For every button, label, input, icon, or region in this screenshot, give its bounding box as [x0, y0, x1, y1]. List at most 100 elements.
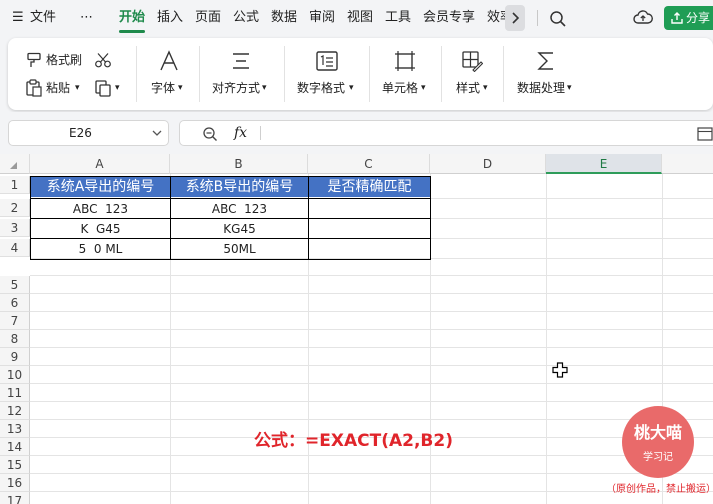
zoom-icon[interactable]	[202, 126, 218, 142]
column-header-b[interactable]: B	[170, 154, 308, 174]
tab-review[interactable]: 审阅	[309, 8, 335, 28]
data-process-button[interactable]: 数据处理	[517, 80, 565, 96]
row-header[interactable]: 4	[0, 239, 30, 257]
formula-input[interactable]: fx	[179, 120, 713, 146]
grid-line	[30, 473, 713, 474]
tab-tools[interactable]: 工具	[385, 8, 411, 28]
row-header[interactable]: 12	[0, 402, 30, 420]
name-box[interactable]: E26	[8, 120, 169, 146]
grid-line	[30, 401, 713, 402]
row-header[interactable]: 9	[0, 348, 30, 366]
scroll-tabs-button[interactable]	[505, 5, 525, 31]
select-all-icon	[10, 162, 17, 169]
align-dropdown-icon[interactable]: ▾	[262, 80, 267, 96]
copy-dropdown-icon[interactable]: ▾	[115, 80, 120, 96]
grid-line	[30, 347, 713, 348]
select-all-corner[interactable]	[0, 154, 30, 174]
row-header[interactable]: 14	[0, 438, 30, 456]
table-border	[30, 218, 431, 219]
share-label: 分享	[686, 11, 711, 25]
row-header[interactable]: 2	[0, 199, 30, 217]
grid-line	[30, 365, 713, 366]
active-tab-indicator	[119, 30, 145, 33]
share-button[interactable]: 分享	[664, 6, 713, 30]
grid-line	[30, 275, 713, 276]
font-icon	[160, 50, 178, 71]
row-header[interactable]: 10	[0, 366, 30, 384]
divider	[199, 46, 200, 102]
column-header-c[interactable]: C	[308, 154, 430, 174]
number-format-button[interactable]: 数字格式	[297, 80, 345, 96]
paste-icon	[26, 79, 42, 97]
divider	[136, 46, 137, 102]
grid-line	[30, 329, 713, 330]
column-header-e[interactable]: E	[546, 154, 662, 174]
style-icon	[462, 51, 483, 72]
column-header-a[interactable]: A	[30, 154, 170, 174]
row-header[interactable]: 16	[0, 474, 30, 492]
menu-icon[interactable]: ☰	[12, 8, 24, 28]
expand-formula-icon[interactable]	[697, 126, 713, 142]
seal-title: 桃大喵	[633, 423, 682, 442]
tab-home[interactable]: 开始	[119, 8, 145, 28]
divider	[260, 126, 261, 140]
name-box-value: E26	[69, 126, 92, 140]
row-header[interactable]: 3	[0, 219, 30, 237]
align-icon	[233, 53, 249, 69]
table-border	[30, 198, 431, 199]
column-header-f[interactable]	[662, 154, 713, 174]
tab-insert[interactable]: 插入	[157, 8, 183, 28]
share-icon	[671, 12, 683, 24]
divider	[537, 10, 538, 26]
row-header[interactable]: 6	[0, 294, 30, 312]
sum-icon	[537, 52, 553, 70]
paste-button[interactable]: 粘贴	[46, 80, 70, 96]
tab-efficiency[interactable]: 效率	[487, 8, 505, 28]
cut-icon[interactable]	[94, 52, 112, 68]
align-button[interactable]: 对齐方式	[212, 80, 260, 96]
tab-view[interactable]: 视图	[347, 8, 373, 28]
row-header[interactable]: 7	[0, 312, 30, 330]
grid-line	[30, 419, 713, 420]
paste-dropdown-icon[interactable]: ▾	[75, 80, 80, 96]
fx-icon[interactable]: fx	[234, 124, 247, 142]
copy-icon[interactable]	[94, 79, 112, 97]
format-painter-icon	[27, 52, 41, 67]
table-border	[30, 238, 431, 239]
cell-button[interactable]: 单元格	[382, 80, 418, 96]
tab-member[interactable]: 会员专享	[423, 8, 475, 28]
tab-page[interactable]: 页面	[195, 8, 221, 28]
divider	[441, 46, 442, 102]
number-format-icon	[316, 51, 338, 71]
font-button[interactable]: 字体	[151, 80, 175, 96]
chevron-right-icon	[512, 12, 520, 24]
cloud-upload-icon[interactable]	[633, 9, 653, 27]
grid-line	[30, 455, 713, 456]
row-header[interactable]: 15	[0, 456, 30, 474]
divider	[503, 46, 504, 102]
column-header-d[interactable]: D	[430, 154, 546, 174]
file-menu[interactable]: 文件	[30, 8, 56, 28]
row-header[interactable]: 1	[0, 176, 30, 194]
tab-formula[interactable]: 公式	[233, 8, 259, 28]
watermark-seal: 桃大喵 学习记	[622, 406, 694, 478]
divider	[369, 46, 370, 102]
style-button[interactable]: 样式	[456, 80, 480, 96]
row-header[interactable]: 17	[0, 492, 30, 504]
font-dropdown-icon[interactable]: ▾	[178, 80, 183, 96]
seal-subtitle: 学习记	[643, 452, 673, 463]
format-painter-button[interactable]: 格式刷	[46, 52, 82, 68]
more-menu[interactable]: ⋯	[80, 8, 93, 28]
grid-line	[30, 383, 713, 384]
search-icon[interactable]	[549, 10, 567, 28]
row-header[interactable]: 11	[0, 384, 30, 402]
row-header[interactable]: 8	[0, 330, 30, 348]
number-format-dropdown-icon[interactable]: ▾	[349, 80, 354, 96]
style-dropdown-icon[interactable]: ▾	[483, 80, 488, 96]
row-header[interactable]: 5	[0, 276, 30, 294]
chevron-down-icon[interactable]	[152, 129, 162, 137]
row-header[interactable]: 13	[0, 420, 30, 438]
cell-dropdown-icon[interactable]: ▾	[421, 80, 426, 96]
data-process-dropdown-icon[interactable]: ▾	[567, 80, 572, 96]
tab-data[interactable]: 数据	[271, 8, 297, 28]
